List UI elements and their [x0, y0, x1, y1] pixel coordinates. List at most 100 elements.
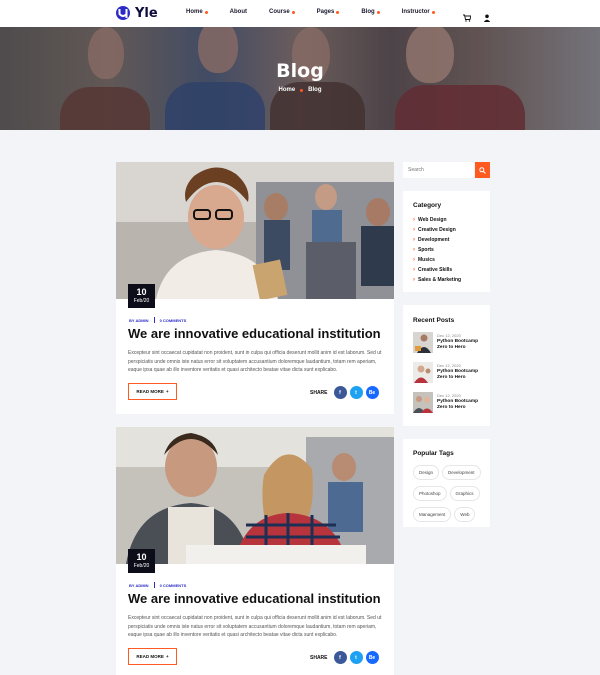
category-list: › Web Design › Creative Design › Developmen… [413, 215, 461, 285]
category-item[interactable]: › Sports [413, 245, 461, 255]
category-widget: Category › Web Design › Creative Design › D… [403, 191, 490, 292]
share-label: SHARE [310, 389, 328, 396]
post-author-link[interactable]: BY ADMIN [129, 583, 149, 588]
post-author-link[interactable]: BY ADMIN [129, 318, 149, 323]
share-label: SHARE [310, 654, 328, 661]
breadcrumb-home[interactable]: Home [278, 87, 295, 93]
recent-post-date: Dec 12, 2020 [437, 393, 461, 398]
tag-item[interactable]: Management [413, 507, 452, 522]
recent-post-date: Dec 12, 2020 [437, 363, 461, 368]
header-actions [463, 9, 491, 22]
dropdown-dot-icon [204, 10, 208, 14]
post-date-badge: 10 Feb/20 [128, 549, 155, 573]
recent-post-item[interactable]: Dec 12, 2020 Python Bootcamp Zero to Her… [413, 392, 485, 414]
recent-posts-title: Recent Posts [413, 317, 455, 324]
recent-post-item[interactable]: Dec 12, 2020 Python Bootcamp Zero to Her… [413, 362, 485, 384]
breadcrumb: Home Blog [0, 87, 600, 93]
breadcrumb-separator-icon [300, 88, 304, 92]
chevron-right-icon: › [413, 217, 415, 223]
cart-icon[interactable] [463, 9, 472, 22]
category-item[interactable]: › Web Design [413, 215, 461, 225]
chevron-right-icon: › [413, 267, 415, 273]
nav-item-instructor[interactable]: Instructor [402, 9, 435, 15]
main-nav: Home About Course Pages Blog Instructor [186, 9, 457, 15]
plus-icon: + [165, 654, 169, 659]
post-date-month: Feb/20 [133, 298, 150, 304]
category-item[interactable]: › Creative Skills [413, 265, 461, 275]
popular-tags-widget: Popular Tags Design Development Photosho… [403, 439, 490, 527]
category-item[interactable]: › Musics [413, 255, 461, 265]
post-title[interactable]: We are innovative educational institutio… [128, 326, 381, 341]
search-button[interactable] [475, 162, 490, 178]
post-date-month: Feb/20 [133, 563, 150, 569]
share-bar: SHARE f t Be [310, 386, 379, 399]
meta-divider [153, 582, 155, 588]
post-excerpt: Excepteur sint occaecat cupidatat non pr… [128, 615, 382, 638]
breadcrumb-current: Blog [308, 87, 322, 93]
search-input[interactable] [403, 162, 474, 178]
share-bar: SHARE f t Be [310, 651, 379, 664]
meta-divider [153, 317, 155, 323]
category-title: Category [413, 202, 442, 209]
post-comments-link[interactable]: 0 COMMENTS [160, 583, 187, 588]
tag-item[interactable]: Development [442, 465, 481, 480]
post-meta: BY ADMIN 0 COMMENTS [129, 317, 186, 323]
category-item[interactable]: › Sales & Marketing [413, 275, 461, 285]
dropdown-dot-icon [431, 10, 435, 14]
logo-text: Yle [135, 5, 158, 21]
post-comments-link[interactable]: 0 COMMENTS [160, 318, 187, 323]
recent-post-thumbnail [413, 362, 433, 383]
behance-icon[interactable]: Be [365, 386, 379, 399]
plus-icon: + [165, 389, 169, 394]
recent-post-thumbnail [413, 392, 433, 413]
search-icon [479, 161, 486, 179]
post-date-badge: 10 Feb/20 [128, 284, 155, 308]
read-more-button[interactable]: READ MORE + [128, 648, 177, 665]
chevron-right-icon: › [413, 237, 415, 243]
recent-posts-widget: Recent Posts Dec 12, 2020 Python Bootcam… [403, 305, 490, 426]
tag-item[interactable]: Graphics [449, 486, 480, 501]
behance-icon[interactable]: Be [365, 651, 379, 664]
twitter-icon[interactable]: t [349, 386, 363, 399]
post-meta: BY ADMIN 0 COMMENTS [129, 582, 186, 588]
chevron-right-icon: › [413, 257, 415, 263]
facebook-icon[interactable]: f [333, 651, 347, 664]
blog-post-card: 10 Feb/20 BY ADMIN 0 COMMENTS We are inn… [116, 427, 394, 675]
page-hero: Blog Home Blog [0, 27, 600, 130]
nav-item-course[interactable]: Course [269, 9, 295, 15]
chevron-right-icon: › [413, 247, 415, 253]
site-logo[interactable]: Yle [115, 4, 158, 22]
read-more-button[interactable]: READ MORE + [128, 383, 177, 400]
tag-item[interactable]: Photoshop [413, 486, 447, 501]
twitter-icon[interactable]: t [349, 651, 363, 664]
recent-post-title[interactable]: Python Bootcamp Zero to Hero [437, 339, 485, 351]
user-icon[interactable] [483, 9, 491, 22]
tag-item[interactable]: Web [454, 507, 476, 522]
category-item[interactable]: › Creative Design [413, 225, 461, 235]
blog-post-card: 10 Feb/20 BY ADMIN 0 COMMENTS We are inn… [116, 162, 394, 414]
post-date-day: 10 [136, 552, 147, 562]
chevron-right-icon: › [413, 277, 415, 283]
recent-post-date: Dec 12, 2020 [437, 333, 461, 338]
page-title: Blog [276, 60, 324, 82]
post-title[interactable]: We are innovative educational institutio… [128, 591, 381, 606]
site-header: Yle Home About Course Pages Blog Instruc… [0, 0, 600, 27]
post-date-day: 10 [136, 287, 147, 297]
facebook-icon[interactable]: f [333, 386, 347, 399]
category-item[interactable]: › Development [413, 235, 461, 245]
recent-post-thumbnail [413, 332, 433, 353]
chevron-right-icon: › [413, 227, 415, 233]
sidebar-search [403, 162, 490, 178]
nav-item-about[interactable]: About [230, 9, 247, 15]
recent-post-title[interactable]: Python Bootcamp Zero to Hero [437, 399, 485, 411]
post-excerpt: Excepteur sint occaecat cupidatat non pr… [128, 350, 382, 373]
post-image[interactable] [116, 427, 394, 564]
post-image[interactable] [116, 162, 394, 299]
nav-item-home[interactable]: Home [186, 9, 208, 15]
recent-post-item[interactable]: Dec 12, 2020 Python Bootcamp Zero to Her… [413, 332, 485, 354]
nav-item-pages[interactable]: Pages [317, 9, 340, 15]
nav-item-blog[interactable]: Blog [361, 9, 380, 15]
tag-cloud: Design Development Photoshop Graphics Ma… [413, 465, 485, 522]
tag-item[interactable]: Design [413, 465, 440, 480]
recent-post-title[interactable]: Python Bootcamp Zero to Hero [437, 369, 485, 381]
